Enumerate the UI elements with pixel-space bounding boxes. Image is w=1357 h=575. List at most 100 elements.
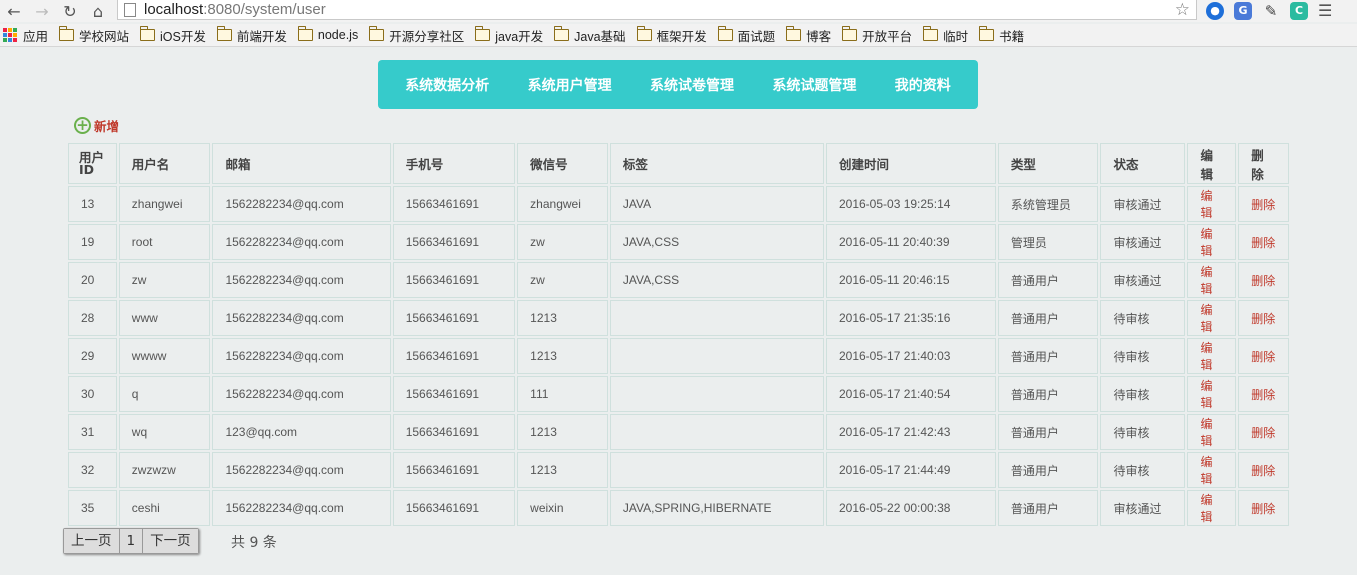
bookmark-item[interactable]: 面试题 [717,26,776,45]
edit-link[interactable]: 编辑 [1187,376,1237,412]
nav-item-my-profile[interactable]: 我的资料 [895,75,951,95]
add-circle-icon: + [74,117,91,134]
delete-link[interactable]: 删除 [1238,262,1289,298]
edit-link[interactable]: 编辑 [1187,224,1237,260]
bookmark-item[interactable]: 开放平台 [842,26,912,45]
edit-link[interactable]: 编辑 [1187,300,1237,336]
folder-icon [717,26,733,41]
cell-tags [609,300,824,336]
delete-link[interactable]: 删除 [1238,224,1289,260]
cell-wechat: weixin [517,490,608,526]
cell-wechat: zw [517,224,608,260]
eyedropper-icon[interactable]: ✎ [1262,2,1280,20]
bookmark-item[interactable]: 前端开发 [216,26,287,45]
edit-link[interactable]: 编辑 [1187,262,1237,298]
bookmark-item[interactable]: 博客 [786,26,831,45]
edit-link[interactable]: 编辑 [1187,338,1237,374]
cell-username: www [118,300,211,336]
edit-link[interactable]: 编辑 [1187,452,1237,488]
translate-icon[interactable]: G [1234,1,1252,20]
header-created-time: 创建时间 [825,143,996,184]
delete-link[interactable]: 删除 [1238,490,1289,526]
bookmark-label: iOS开发 [160,29,206,44]
cell-email: 1562282234@qq.com [212,186,391,222]
header-phone: 手机号 [392,143,516,184]
table-row: 35 ceshi 1562282234@qq.com 15663461691 weixi… [68,490,1289,526]
home-icon[interactable]: ⌂ [84,0,112,22]
cell-phone: 15663461691 [392,414,516,450]
cell-created-time: 2016-05-11 20:46:15 [825,262,996,298]
delete-link[interactable]: 删除 [1238,376,1289,412]
address-bar[interactable]: localhost:8080/system/user ☆ [117,0,1197,20]
user-table: 用户ID 用户名 邮箱 手机号 微信号 标签 创建时间 类型 状态 编辑 删除 … [66,141,1291,528]
cell-wechat: 1213 [517,414,608,450]
cell-type: 普通用户 [997,262,1099,298]
cell-type: 普通用户 [997,452,1099,488]
bookmark-item[interactable]: node.js [297,26,358,42]
cell-user-id: 20 [68,262,117,298]
cell-phone: 15663461691 [392,338,516,374]
page-icon [124,2,136,17]
bookmark-item[interactable]: iOS开发 [140,26,206,45]
delete-link[interactable]: 删除 [1238,300,1289,336]
cell-wechat: zhangwei [517,186,608,222]
bookmark-item[interactable]: Java基础 [554,26,626,45]
prev-page-button[interactable]: 上一页 [64,529,120,553]
cell-username: zwzwzw [118,452,211,488]
cell-tags: JAVA [609,186,824,222]
header-status: 状态 [1100,143,1186,184]
menu-icon[interactable]: ☰ [1318,1,1332,20]
delete-link[interactable]: 删除 [1238,338,1289,374]
cell-phone: 15663461691 [392,490,516,526]
edit-link[interactable]: 编辑 [1187,490,1237,526]
back-icon[interactable]: ← [0,0,28,22]
bookmark-star-icon[interactable]: ☆ [1175,0,1190,20]
bookmark-item[interactable]: 书籍 [979,26,1024,45]
delete-link[interactable]: 删除 [1238,414,1289,450]
bookmark-label: 临时 [943,29,969,44]
bookmark-item[interactable]: 开源分享社区 [369,26,464,45]
cell-created-time: 2016-05-17 21:44:49 [825,452,996,488]
cell-username: wq [118,414,211,450]
cell-email: 1562282234@qq.com [212,224,391,260]
add-user-button[interactable]: + 新增 [74,116,119,135]
cell-phone: 15663461691 [392,376,516,412]
nav-item-paper-management[interactable]: 系统试卷管理 [650,75,734,95]
bookmark-item[interactable]: 框架开发 [636,26,707,45]
bookmark-label: 面试题 [737,29,776,44]
bookmark-item[interactable]: 学校网站 [59,26,129,45]
table-row: 29 wwww 1562282234@qq.com 15663461691 1213 20… [68,338,1289,374]
next-page-button[interactable]: 下一页 [143,529,198,553]
bookmark-label: 框架开发 [656,29,707,44]
edit-link[interactable]: 编辑 [1187,186,1237,222]
folder-icon [475,26,491,41]
bookmark-item[interactable]: 应用 [0,26,48,45]
nav-item-question-management[interactable]: 系统试题管理 [772,75,856,95]
folder-icon [140,26,156,41]
page-number-button[interactable]: 1 [119,529,144,553]
cell-username: zhangwei [118,186,211,222]
extension-c-icon[interactable]: C [1290,1,1308,20]
table-row: 19 root 1562282234@qq.com 15663461691 zw JAVA… [68,224,1289,260]
extension-icon[interactable]: ● [1206,1,1224,20]
bookmark-item[interactable]: 临时 [923,26,968,45]
reload-icon[interactable]: ↻ [56,0,84,22]
cell-tags [609,414,824,450]
table-row: 30 q 1562282234@qq.com 15663461691 111 2016-0… [68,376,1289,412]
forward-icon[interactable]: → [28,0,56,22]
table-header-row: 用户ID 用户名 邮箱 手机号 微信号 标签 创建时间 类型 状态 编辑 删除 [68,143,1289,184]
delete-link[interactable]: 删除 [1238,186,1289,222]
cell-username: root [118,224,211,260]
nav-item-user-management[interactable]: 系统用户管理 [528,75,612,95]
apps-icon [3,28,17,42]
cell-type: 普通用户 [997,376,1099,412]
cell-email: 123@qq.com [212,414,391,450]
bookmark-item[interactable]: java开发 [475,26,543,45]
cell-status: 审核通过 [1100,224,1186,260]
add-label: 新增 [94,119,120,134]
edit-link[interactable]: 编辑 [1187,414,1237,450]
cell-username: ceshi [118,490,211,526]
nav-item-data-analysis[interactable]: 系统数据分析 [405,75,489,95]
folder-icon [979,26,995,41]
delete-link[interactable]: 删除 [1238,452,1289,488]
